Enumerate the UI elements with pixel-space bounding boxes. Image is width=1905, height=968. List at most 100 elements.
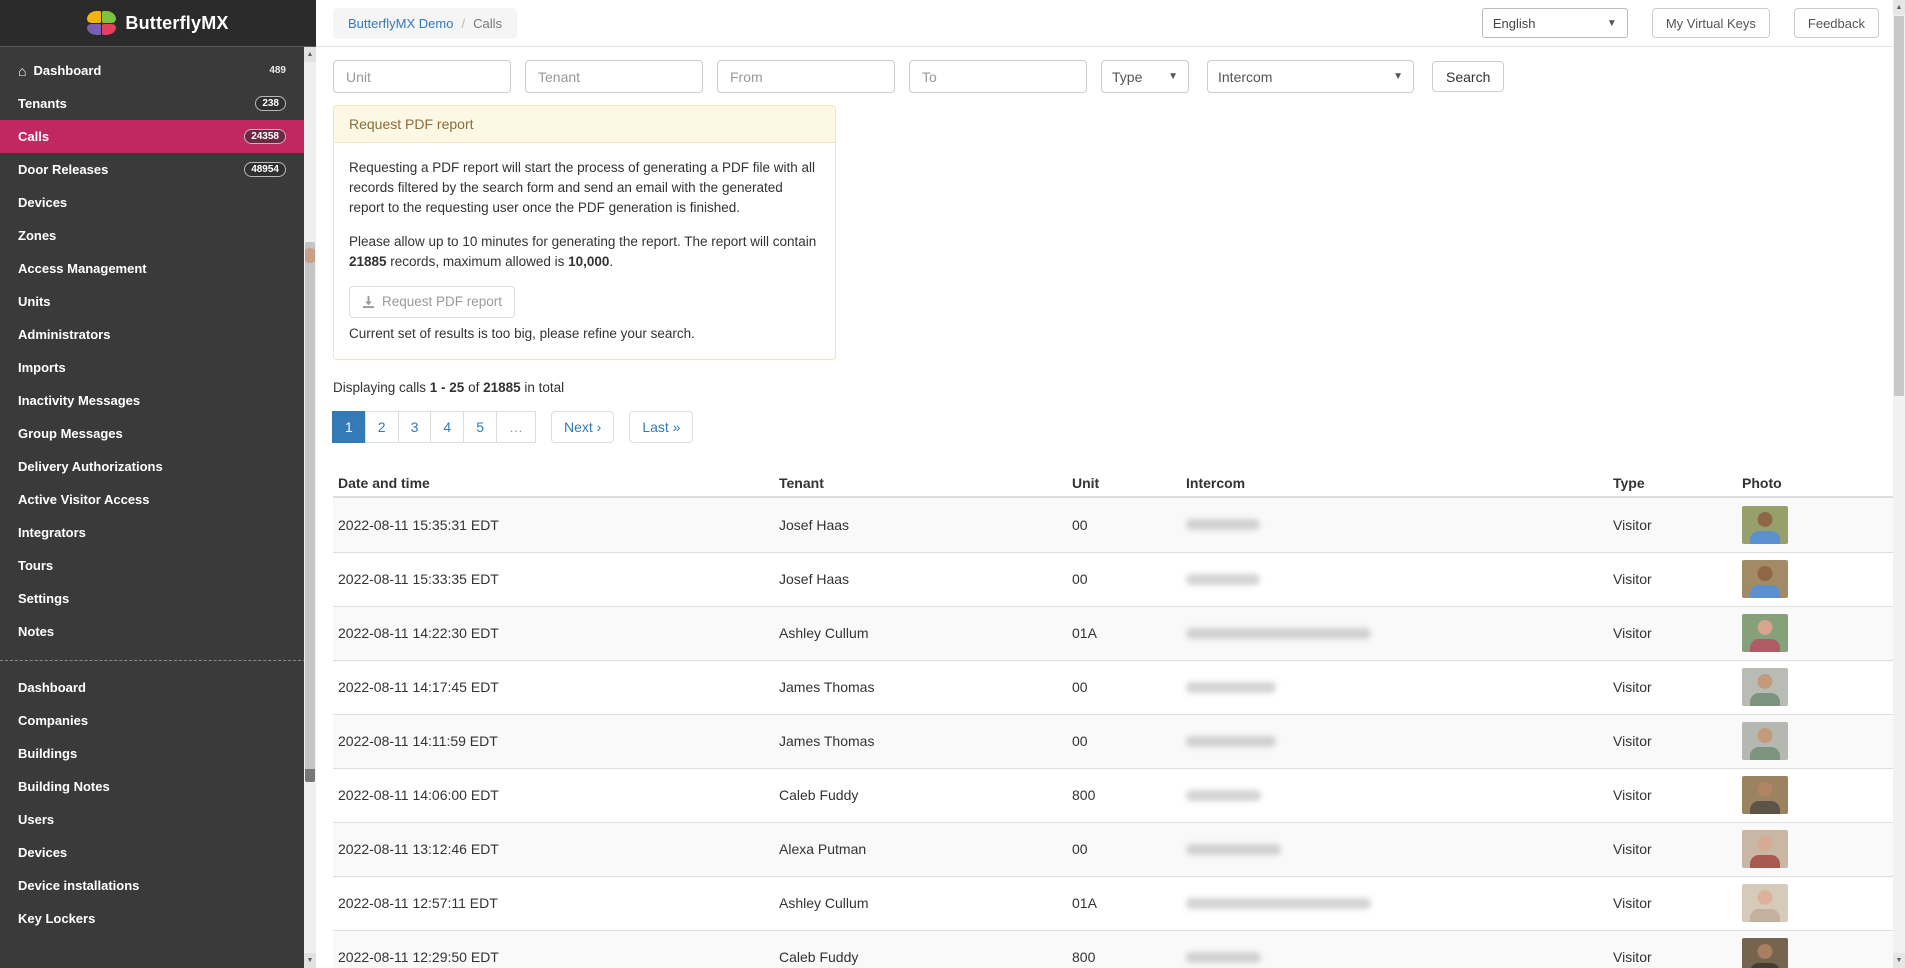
butterfly-wing (87, 11, 101, 23)
redacted-intercom-name (1186, 628, 1371, 639)
table-row: 2022-08-11 14:22:30 EDT Ashley Cullum 01… (333, 606, 1905, 660)
visitor-photo-thumbnail[interactable] (1742, 776, 1788, 814)
type-select[interactable]: Type ▼ (1101, 60, 1189, 93)
cell-intercom (1181, 628, 1608, 639)
pdf-paragraph2-prefix: Please allow up to 10 minutes for genera… (349, 234, 816, 249)
my-virtual-keys-button[interactable]: My Virtual Keys (1652, 8, 1770, 38)
sidebar-item-label: Device installations (18, 878, 139, 893)
visitor-photo-thumbnail[interactable] (1742, 560, 1788, 598)
chevron-down-icon: ▼ (1393, 71, 1403, 82)
sidebar-item[interactable]: Group Messages (0, 417, 316, 450)
pdf-panel-paragraph-1: Requesting a PDF report will start the p… (349, 158, 820, 218)
to-filter-input[interactable] (909, 60, 1087, 93)
sidebar-item[interactable]: Administrators (0, 318, 316, 351)
cell-datetime: 2022-08-11 15:33:35 EDT (333, 571, 774, 587)
summary-suffix: in total (521, 380, 565, 395)
sidebar-item[interactable]: Integrators (0, 516, 316, 549)
sidebar-item[interactable]: Dashboard (0, 671, 316, 704)
sidebar-item[interactable]: Calls 24358 (0, 120, 316, 153)
sidebar-item[interactable]: Notes (0, 615, 316, 648)
sidebar-item[interactable]: Access Management (0, 252, 316, 285)
request-pdf-report-button[interactable]: Request PDF report (349, 286, 515, 318)
cell-unit: 00 (1067, 733, 1181, 749)
visitor-photo-thumbnail[interactable] (1742, 938, 1788, 968)
visitor-photo-thumbnail[interactable] (1742, 722, 1788, 760)
sidebar-item-label-wrap: Delivery Authorizations (18, 459, 163, 474)
intercom-select[interactable]: Intercom ▼ (1207, 60, 1414, 93)
breadcrumb-link[interactable]: ButterflyMX Demo (348, 16, 453, 31)
sidebar-item-label-wrap: Devices (18, 195, 67, 210)
visitor-photo-thumbnail[interactable] (1742, 614, 1788, 652)
col-header-photo: Photo (1737, 475, 1905, 491)
sidebar-item-label-wrap: Access Management (18, 261, 147, 276)
sidebar-item[interactable]: Devices (0, 836, 316, 869)
sidebar-item[interactable]: Inactivity Messages (0, 384, 316, 417)
next-page-button[interactable]: Next › (551, 411, 614, 443)
sidebar-item[interactable]: Units (0, 285, 316, 318)
sidebar-item[interactable]: Tours (0, 549, 316, 582)
pagination-item[interactable]: 5 (463, 411, 497, 443)
sidebar-item[interactable]: Delivery Authorizations (0, 450, 316, 483)
page-scrollbar-thumb[interactable] (1894, 16, 1904, 396)
visitor-photo-thumbnail[interactable] (1742, 830, 1788, 868)
cell-intercom (1181, 898, 1608, 909)
sidebar-item[interactable]: Building Notes (0, 770, 316, 803)
sidebar-item-label: Access Management (18, 261, 147, 276)
table-row: 2022-08-11 14:17:45 EDT James Thomas 00 … (333, 660, 1905, 714)
sidebar-item[interactable]: Users (0, 803, 316, 836)
sidebar-item[interactable]: Imports (0, 351, 316, 384)
from-filter-input[interactable] (717, 60, 895, 93)
sidebar-item[interactable]: Active Visitor Access (0, 483, 316, 516)
pagination-item[interactable]: 1 (332, 411, 366, 443)
visitor-photo-thumbnail[interactable] (1742, 884, 1788, 922)
tenant-filter-input[interactable] (525, 60, 703, 93)
sidebar-item-label: Group Messages (18, 426, 123, 441)
cell-intercom (1181, 519, 1608, 530)
brand-logo-bar[interactable]: ButterflyMX (0, 0, 316, 47)
sidebar-item[interactable]: Devices (0, 186, 316, 219)
feedback-button[interactable]: Feedback (1794, 8, 1879, 38)
sidebar-item-label: Calls (18, 129, 49, 144)
unit-filter-input[interactable] (333, 60, 511, 93)
visitor-photo-thumbnail[interactable] (1742, 506, 1788, 544)
sidebar-item[interactable]: Tenants 238 (0, 87, 316, 120)
sidebar-item-label: Inactivity Messages (18, 393, 140, 408)
cell-tenant: Josef Haas (774, 571, 1067, 587)
pagination-item[interactable]: 3 (398, 411, 432, 443)
sidebar-item-label: Devices (18, 845, 67, 860)
cell-tenant: Caleb Fuddy (774, 787, 1067, 803)
scroll-down-icon[interactable]: ▼ (1893, 953, 1905, 968)
scroll-up-icon[interactable]: ▲ (1893, 0, 1905, 15)
sidebar-item-label-wrap: Users (18, 812, 54, 827)
cell-tenant: Alexa Putman (774, 841, 1067, 857)
sidebar-item[interactable]: ⌂ Dashboard 489 (0, 54, 316, 87)
sidebar-item[interactable]: Device installations (0, 869, 316, 902)
page-scrollbar[interactable]: ▲ ▼ (1893, 0, 1905, 968)
scroll-down-icon[interactable]: ▼ (304, 953, 316, 968)
last-page-button[interactable]: Last » (629, 411, 693, 443)
cell-intercom (1181, 736, 1608, 747)
pagination-item[interactable]: 4 (430, 411, 464, 443)
sidebar-item[interactable]: Companies (0, 704, 316, 737)
max-allowed-count: 10,000 (568, 254, 609, 269)
redacted-intercom-name (1186, 519, 1260, 530)
sidebar-item[interactable]: Zones (0, 219, 316, 252)
sidebar-item-label-wrap: Imports (18, 360, 66, 375)
search-button[interactable]: Search (1432, 61, 1504, 92)
count-badge: 24358 (244, 129, 286, 144)
visitor-photo-thumbnail[interactable] (1742, 668, 1788, 706)
sidebar-item-label-wrap: Door Releases (18, 162, 108, 177)
sidebar-item[interactable]: Door Releases 48954 (0, 153, 316, 186)
sidebar-scrollbar[interactable]: ▲ ▼ (304, 47, 316, 968)
scroll-up-icon[interactable]: ▲ (304, 47, 316, 62)
cell-datetime: 2022-08-11 13:12:46 EDT (333, 841, 774, 857)
sidebar-item[interactable]: Buildings (0, 737, 316, 770)
pagination-item[interactable]: … (496, 411, 536, 443)
pagination-item[interactable]: 2 (365, 411, 399, 443)
language-select[interactable]: English ▼ (1482, 8, 1628, 38)
sidebar-item-label: Key Lockers (18, 911, 95, 926)
sidebar-item-label: Imports (18, 360, 66, 375)
sidebar-scrollbar-thumb[interactable] (305, 242, 315, 782)
sidebar-item[interactable]: Settings (0, 582, 316, 615)
sidebar-item[interactable]: Key Lockers (0, 902, 316, 935)
